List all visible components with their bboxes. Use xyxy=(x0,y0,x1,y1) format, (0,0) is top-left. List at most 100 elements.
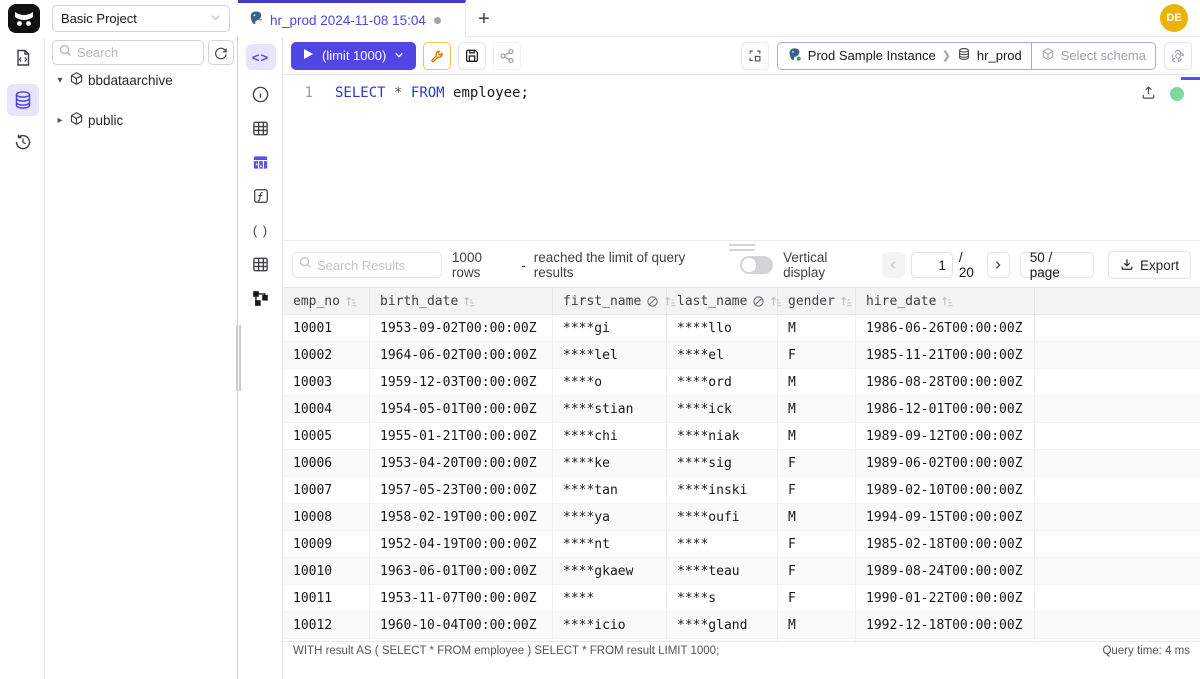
table-cell[interactable]: M xyxy=(778,504,856,531)
tree-search-input[interactable] xyxy=(77,45,187,60)
panel-resize-handle[interactable] xyxy=(236,325,241,391)
table-cell[interactable]: 10006 xyxy=(283,450,370,477)
table-cell[interactable]: ****chi xyxy=(553,423,667,450)
strip-function-button[interactable] xyxy=(238,179,283,213)
table-cell[interactable]: 1990-01-22T00:00:00Z xyxy=(856,585,1035,612)
table-cell[interactable]: 10010 xyxy=(283,558,370,585)
export-button[interactable]: Export xyxy=(1108,251,1191,279)
table-cell[interactable]: 1954-05-01T00:00:00Z xyxy=(370,396,553,423)
instance-selector[interactable]: Prod Sample Instance ❯ hr_prod xyxy=(778,43,1031,69)
table-cell[interactable]: 10004 xyxy=(283,396,370,423)
table-cell[interactable]: **** xyxy=(553,585,667,612)
page-number-input[interactable] xyxy=(911,252,953,278)
table-cell[interactable]: ****lel xyxy=(553,342,667,369)
table-cell[interactable]: 1953-04-20T00:00:00Z xyxy=(370,450,553,477)
column-header-hire_date[interactable]: hire_date xyxy=(856,288,1035,314)
table-cell[interactable]: F xyxy=(778,450,856,477)
ai-assist-wand-button[interactable] xyxy=(423,42,451,70)
table-cell[interactable]: ****ick xyxy=(667,396,778,423)
table-cell[interactable]: 1963-06-01T00:00:00Z xyxy=(370,558,553,585)
table-cell[interactable]: M xyxy=(778,315,856,342)
tree-item-empty[interactable] xyxy=(45,90,237,110)
table-cell[interactable]: M xyxy=(778,396,856,423)
strip-data-table-button[interactable] xyxy=(238,145,283,179)
avatar[interactable]: DE xyxy=(1160,4,1188,32)
tab-worksheet[interactable]: hr_prod 2024-11-08 15:04 xyxy=(238,0,466,37)
table-cell[interactable]: ****s xyxy=(667,585,778,612)
table-cell[interactable]: **** xyxy=(667,531,778,558)
table-cell[interactable]: 1953-09-02T00:00:00Z xyxy=(370,315,553,342)
tree-refresh-button[interactable] xyxy=(208,40,234,65)
table-cell[interactable]: ****icio xyxy=(553,612,667,639)
share-button[interactable] xyxy=(493,42,521,70)
save-button[interactable] xyxy=(458,42,486,70)
table-cell[interactable]: ****ke xyxy=(553,450,667,477)
ai-chat-button[interactable] xyxy=(1164,42,1192,70)
strip-table2-button[interactable] xyxy=(238,247,283,281)
table-cell[interactable]: M xyxy=(778,369,856,396)
column-header-gender[interactable]: gender xyxy=(778,288,856,314)
table-cell[interactable]: 10008 xyxy=(283,504,370,531)
prev-page-button[interactable] xyxy=(882,252,905,278)
table-cell[interactable]: ****niak xyxy=(667,423,778,450)
caret-icon[interactable]: ▾ xyxy=(55,75,65,86)
table-cell[interactable]: 1989-06-02T00:00:00Z xyxy=(856,450,1035,477)
table-cell[interactable]: 10005 xyxy=(283,423,370,450)
table-cell[interactable]: 10001 xyxy=(283,315,370,342)
column-header-first_name[interactable]: first_name xyxy=(553,288,667,314)
app-logo-icon[interactable] xyxy=(8,4,40,33)
table-cell[interactable]: 1952-04-19T00:00:00Z xyxy=(370,531,553,558)
table-cell[interactable]: ****o xyxy=(553,369,667,396)
table-cell[interactable]: 1986-06-26T00:00:00Z xyxy=(856,315,1035,342)
table-cell[interactable]: ****inski xyxy=(667,477,778,504)
table-cell[interactable]: ****sig xyxy=(667,450,778,477)
vertical-display-toggle[interactable] xyxy=(740,256,773,274)
column-header-emp_no[interactable]: emp_no xyxy=(283,288,370,314)
table-cell[interactable]: ****ya xyxy=(553,504,667,531)
table-cell[interactable]: 10003 xyxy=(283,369,370,396)
run-query-button[interactable]: (limit 1000) xyxy=(291,42,416,70)
sort-icon[interactable] xyxy=(463,295,476,308)
sort-icon[interactable] xyxy=(345,295,358,308)
table-cell[interactable]: 10009 xyxy=(283,531,370,558)
caret-icon[interactable]: ▸ xyxy=(55,115,65,126)
sort-icon[interactable] xyxy=(840,295,853,308)
table-cell[interactable]: ****stian xyxy=(553,396,667,423)
table-cell[interactable]: ****gland xyxy=(667,612,778,639)
table-cell[interactable]: 1989-02-10T00:00:00Z xyxy=(856,477,1035,504)
results-search-input[interactable] xyxy=(317,258,429,273)
rail-worksheets-button[interactable] xyxy=(0,37,45,79)
table-cell[interactable]: F xyxy=(778,477,856,504)
project-select[interactable]: Basic Project xyxy=(52,5,230,32)
table-cell[interactable]: 1960-10-04T00:00:00Z xyxy=(370,612,553,639)
sql-editor[interactable]: 1 SELECT * FROM employee; xyxy=(283,76,1200,240)
table-cell[interactable]: ****el xyxy=(667,342,778,369)
table-cell[interactable]: 1957-05-23T00:00:00Z xyxy=(370,477,553,504)
format-sql-button[interactable] xyxy=(741,42,769,70)
table-cell[interactable]: ****teau xyxy=(667,558,778,585)
table-cell[interactable]: F xyxy=(778,342,856,369)
table-cell[interactable]: 10011 xyxy=(283,585,370,612)
table-cell[interactable]: 10002 xyxy=(283,342,370,369)
table-cell[interactable]: F xyxy=(778,585,856,612)
table-cell[interactable]: 10012 xyxy=(283,612,370,639)
table-cell[interactable]: 1994-09-15T00:00:00Z xyxy=(856,504,1035,531)
strip-schema-diagram-button[interactable] xyxy=(238,281,283,315)
strip-info-button[interactable] xyxy=(238,77,283,111)
upload-sheet-icon[interactable] xyxy=(1141,85,1156,104)
strip-code-button[interactable]: <> xyxy=(238,37,283,77)
column-header-last_name[interactable]: last_name xyxy=(667,288,778,314)
table-cell[interactable]: 1992-12-18T00:00:00Z xyxy=(856,612,1035,639)
new-tab-button[interactable]: + xyxy=(468,3,500,35)
strip-parens-button[interactable]: ( ) xyxy=(238,213,283,247)
table-cell[interactable]: M xyxy=(778,612,856,639)
table-cell[interactable]: ****tan xyxy=(553,477,667,504)
table-cell[interactable]: 1964-06-02T00:00:00Z xyxy=(370,342,553,369)
rail-database-button[interactable] xyxy=(0,79,45,121)
table-cell[interactable]: 1958-02-19T00:00:00Z xyxy=(370,504,553,531)
table-cell[interactable]: 1989-09-12T00:00:00Z xyxy=(856,423,1035,450)
table-cell[interactable]: F xyxy=(778,558,856,585)
table-cell[interactable]: ****gi xyxy=(553,315,667,342)
table-cell[interactable]: 1955-01-21T00:00:00Z xyxy=(370,423,553,450)
unsaved-dot-icon[interactable] xyxy=(434,17,441,24)
